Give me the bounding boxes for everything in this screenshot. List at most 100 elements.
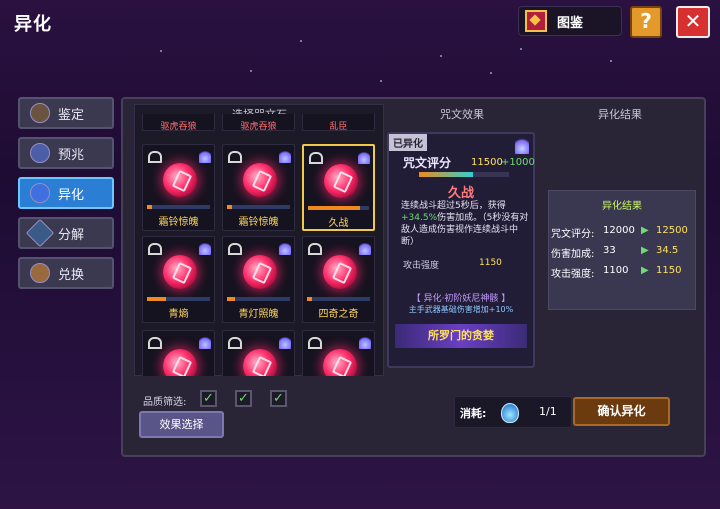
rune-progress-fill <box>308 206 360 210</box>
page-title: 异化 <box>14 14 52 35</box>
cost-value: 1/1 <box>539 405 557 418</box>
lock-icon <box>148 151 162 163</box>
confirm-evolve-button[interactable]: 确认异化 <box>573 397 670 426</box>
quality-checkbox-3[interactable]: ✓ <box>270 390 287 407</box>
rune-progress-bar <box>227 205 290 209</box>
cost-box: 消耗: 1/1 <box>454 396 572 428</box>
sidebar: 鉴定 预兆 异化 分解 兑换 <box>18 97 114 297</box>
rune-card-top-label: 驱虎吞狼 <box>160 122 197 132</box>
rune-card-name: 四奇之奇 <box>318 309 359 320</box>
quality-checkbox-1[interactable]: ✓ <box>200 390 217 407</box>
score-bonus: +1000 <box>501 157 535 168</box>
rune-card-name: 霜铃惊魄 <box>158 217 199 228</box>
evolve-bonus-title: 【 异化·初阶妖尼神骸 】 <box>411 294 511 304</box>
rune-card[interactable] <box>142 330 215 376</box>
exchange-icon <box>30 263 50 283</box>
score-base: 11500 <box>471 157 503 168</box>
sidebar-item-exchange[interactable]: 兑换 <box>18 257 114 289</box>
rune-card[interactable]: 四奇之奇 <box>302 236 375 323</box>
effect-select-button[interactable]: 效果选择 <box>139 411 224 438</box>
identify-icon <box>30 103 50 123</box>
result-label: 攻击强度: <box>551 269 595 280</box>
result-to: 1150 <box>656 265 682 276</box>
quality-checkbox-2[interactable]: ✓ <box>235 390 252 407</box>
rune-card-top-label: 驱虎吞狼 <box>240 122 277 132</box>
slot-icon <box>309 152 323 164</box>
lock-icon <box>228 151 242 163</box>
rune-description: 连续战斗超过5秒后，获得+34.5%伤害加成。（5秒没有对敌人造成伤害视作连续战… <box>401 200 529 248</box>
rune-card[interactable]: 久战 <box>302 144 375 231</box>
sidebar-item-decompose[interactable]: 分解 <box>18 217 114 249</box>
codex-button[interactable]: 图鉴 <box>518 6 622 36</box>
result-from: 1100 <box>603 265 629 276</box>
rune-gem-icon <box>163 163 197 197</box>
sidebar-item-label: 兑换 <box>58 267 85 283</box>
rune-card-name: 青灯照魄 <box>238 309 279 320</box>
sidebar-item-identify[interactable]: 鉴定 <box>18 97 114 129</box>
rune-card[interactable] <box>222 330 295 376</box>
rune-gem-icon <box>243 163 277 197</box>
flame-icon <box>199 149 211 163</box>
potion-icon <box>501 403 519 423</box>
rune-progress-bar <box>227 297 290 301</box>
rune-progress-fill <box>227 297 235 301</box>
evolve-icon <box>30 183 50 203</box>
result-label: 伤害加成: <box>551 249 595 260</box>
slot-icon <box>308 243 322 255</box>
flame-icon <box>199 241 211 255</box>
section-rune-effect: 咒文效果 <box>440 108 484 121</box>
result-from: 33 <box>603 245 616 256</box>
close-button[interactable]: ✕ <box>676 6 710 38</box>
rune-card[interactable]: 霜铃惊魄 <box>142 144 215 231</box>
sidebar-item-label: 预兆 <box>58 147 85 163</box>
sidebar-item-omen[interactable]: 预兆 <box>18 137 114 169</box>
evolve-bonus-desc: 主手武器基础伤害增加+10% <box>408 305 514 314</box>
result-to: 12500 <box>656 225 688 236</box>
sidebar-item-label: 异化 <box>58 187 85 203</box>
sidebar-item-evolve[interactable]: 异化 <box>18 177 114 209</box>
rune-progress-fill <box>307 297 313 301</box>
help-button[interactable]: ? <box>630 6 662 38</box>
rune-gem-icon <box>323 349 357 376</box>
arrow-right-icon: ▶ <box>641 225 649 236</box>
rune-progress-bar <box>308 206 369 210</box>
arrow-right-icon: ▶ <box>641 265 649 276</box>
attack-label: 攻击强度 <box>403 261 440 271</box>
rune-card[interactable] <box>302 330 375 376</box>
slot-icon <box>228 337 242 349</box>
rune-detail-card: 已异化 咒文评分 11500 +1000 久战 连续战斗超过5秒后，获得 +34.… <box>387 132 535 368</box>
rune-card[interactable]: 青熵 <box>142 236 215 323</box>
rune-gem-icon <box>323 255 357 289</box>
flame-icon <box>359 241 371 255</box>
evolve-result-panel: 异化结果 咒文评分: 12000 ▶ 12500 伤害加成: 33 ▶ 34.5… <box>548 190 696 310</box>
desc-highlight: +34.5% <box>401 213 438 223</box>
sidebar-item-label: 分解 <box>58 227 85 243</box>
rune-card[interactable]: 乱臣 <box>302 114 375 132</box>
rune-progress-fill <box>147 297 166 301</box>
rune-card-name: 青熵 <box>168 309 189 320</box>
result-title: 异化结果 <box>602 201 642 212</box>
rune-gem-icon <box>243 255 277 289</box>
flame-icon <box>279 241 291 255</box>
rune-progress-bar <box>147 297 210 301</box>
rune-card[interactable]: 驱虎吞狼 <box>222 114 295 132</box>
set-name: 所罗门的贪婪 <box>395 324 527 348</box>
attack-value: 1150 <box>479 258 502 268</box>
rune-progress-bar <box>147 205 210 209</box>
slot-icon <box>228 243 242 255</box>
sidebar-item-label: 鉴定 <box>58 107 85 123</box>
score-bar <box>419 172 509 177</box>
result-from: 12000 <box>603 225 635 236</box>
flame-icon <box>279 149 291 163</box>
rune-card[interactable]: 霜铃惊魄 <box>222 144 295 231</box>
decompose-icon <box>25 218 55 248</box>
score-bar-fill <box>419 172 473 177</box>
rune-card[interactable]: 驱虎吞狼 <box>142 114 215 132</box>
rune-name: 久战 <box>447 186 474 201</box>
slot-icon <box>148 337 162 349</box>
rune-card[interactable]: 青灯照魄 <box>222 236 295 323</box>
cost-label: 消耗: <box>460 407 487 420</box>
flame-icon <box>515 136 529 154</box>
rune-gem-icon <box>163 255 197 289</box>
slot-icon <box>148 243 162 255</box>
